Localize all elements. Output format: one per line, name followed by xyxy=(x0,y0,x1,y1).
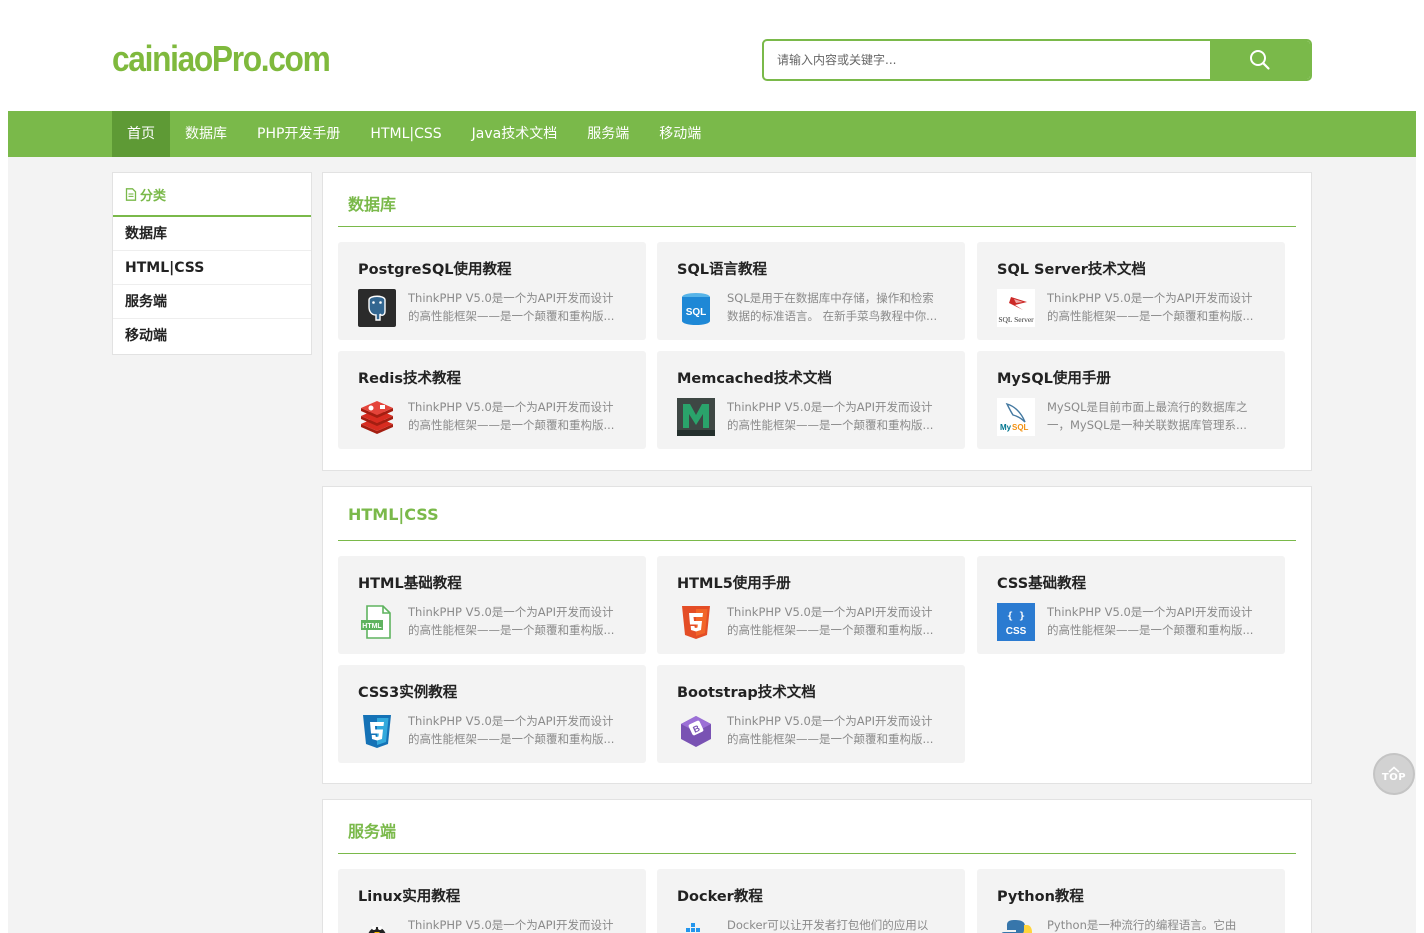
card-description: ThinkPHP V5.0是一个为API开发而设计 的高性能框架——是一个颠覆和… xyxy=(1047,291,1254,323)
mysql-icon: My SQL xyxy=(997,398,1035,436)
card-description: MySQL是目前市面上最流行的数据库之 一，MySQL是一种关联数据库管理系..… xyxy=(1047,400,1248,432)
css3-icon xyxy=(358,712,396,750)
docker-icon xyxy=(677,916,715,933)
main-nav: 首页 数据库 PHP开发手册 HTML|CSS Java技术文档 服务端 移动端 xyxy=(8,111,1416,157)
nav-item-database[interactable]: 数据库 xyxy=(170,111,242,157)
svg-text:SQL: SQL xyxy=(1012,423,1029,432)
svg-text:SQL: SQL xyxy=(686,307,707,318)
card-title: HTML基础教程 xyxy=(358,576,462,592)
sidebar-item-database[interactable]: 数据库 xyxy=(113,217,311,251)
back-to-top-label: TOP xyxy=(1381,771,1407,783)
card-description: ThinkPHP V5.0是一个为API开发而设计 的高性能框架——是一个颠覆和… xyxy=(1047,605,1254,637)
sidebar-item-html-css[interactable]: HTML|CSS xyxy=(113,251,311,285)
html-file-icon: HTML xyxy=(358,603,396,641)
nav-item-html-css[interactable]: HTML|CSS xyxy=(355,111,456,157)
card-description: ThinkPHP V5.0是一个为API开发而设计 的高性能框架——是一个颠覆和… xyxy=(408,605,615,637)
nav-item-java-docs[interactable]: Java技术文档 xyxy=(457,111,573,157)
section-divider xyxy=(338,226,1296,227)
sidebar-header: 分类 xyxy=(113,173,311,217)
course-card[interactable]: Python教程 Python是一种流行的编程语言。它由 xyxy=(977,869,1285,933)
course-card[interactable]: Linux实用教程 ThinkPHP V5.0是一个为API开发而设计 xyxy=(338,869,646,933)
postgresql-icon xyxy=(358,289,396,327)
site-logo[interactable]: cainiaoPro.com xyxy=(112,38,331,80)
html5-icon xyxy=(677,603,715,641)
card-description: Docker可以让开发者打包他们的应用以 xyxy=(727,918,929,932)
section-title: 服务端 xyxy=(348,822,397,841)
card-description: Python是一种流行的编程语言。它由 xyxy=(1047,918,1237,932)
card-title: SQL Server技术文档 xyxy=(997,262,1146,278)
svg-text:HTML: HTML xyxy=(362,623,382,630)
course-card[interactable]: CSS基础教程 { } CSS ThinkPHP V5.0是一个为API开发而设计… xyxy=(977,556,1285,654)
section-title: 数据库 xyxy=(348,195,397,214)
card-title: CSS基础教程 xyxy=(997,576,1087,592)
card-description: ThinkPHP V5.0是一个为API开发而设计 的高性能框架——是一个颠覆和… xyxy=(727,605,934,637)
nav-item-php-manual[interactable]: PHP开发手册 xyxy=(242,111,355,157)
svg-text:{ }: { } xyxy=(1007,611,1025,622)
card-title: CSS3实例教程 xyxy=(358,685,458,701)
course-card[interactable]: Memcached技术文档 ThinkPHP V5.0是一个为API开发而设计 … xyxy=(657,351,965,449)
category-sidebar: 分类 数据库 HTML|CSS 服务端 移动端 xyxy=(112,172,312,355)
card-title: Docker教程 xyxy=(677,889,763,905)
card-description: ThinkPHP V5.0是一个为API开发而设计 xyxy=(408,918,614,932)
python-icon xyxy=(997,916,1035,933)
section-divider xyxy=(338,853,1296,854)
section-server: 服务端 Linux实用教程 ThinkPHP V5.0是一个为API开发而设计 … xyxy=(322,799,1312,933)
memcached-icon xyxy=(677,398,715,436)
nav-item-server[interactable]: 服务端 xyxy=(572,111,644,157)
sidebar-item-server[interactable]: 服务端 xyxy=(113,285,311,319)
card-title: Linux实用教程 xyxy=(358,889,461,905)
nav-item-mobile[interactable]: 移动端 xyxy=(644,111,716,157)
card-title: Bootstrap技术文档 xyxy=(677,685,816,701)
course-card[interactable]: Redis技术教程 ThinkPHP V5.0是一个为API开发而设计 的高性能… xyxy=(338,351,646,449)
course-card[interactable]: MySQL使用手册 My SQL MySQL是目前市面上最流行的数据库之 一，My… xyxy=(977,351,1285,449)
course-card[interactable]: SQL Server技术文档 SQL Server ThinkPHP V5.0是… xyxy=(977,242,1285,340)
css-icon: { } CSS xyxy=(997,603,1035,641)
section-html-css: HTML|CSS HTML基础教程 HTML ThinkPHP V5.0是一个为… xyxy=(322,486,1312,784)
sidebar-item-mobile[interactable]: 移动端 xyxy=(113,319,311,353)
redis-icon xyxy=(358,398,396,436)
section-title: HTML|CSS xyxy=(348,505,439,524)
course-card[interactable]: SQL语言教程 SQL SQL是用于在数据库中存储，操作和检索 数据的标准语言。… xyxy=(657,242,965,340)
card-title: MySQL使用手册 xyxy=(997,371,1111,387)
sql-server-icon: SQL Server xyxy=(997,289,1035,327)
svg-text:My: My xyxy=(1000,423,1012,432)
linux-icon xyxy=(358,916,396,933)
search-button[interactable] xyxy=(1210,41,1310,79)
card-description: ThinkPHP V5.0是一个为API开发而设计 的高性能框架——是一个颠覆和… xyxy=(408,714,615,746)
card-title: Memcached技术文档 xyxy=(677,371,832,387)
svg-text:CSS: CSS xyxy=(1006,626,1027,637)
card-title: Redis技术教程 xyxy=(358,371,461,387)
card-description: SQL是用于在数据库中存储，操作和检索 数据的标准语言。 在新手菜鸟教程中你..… xyxy=(727,291,938,323)
search-icon xyxy=(1250,50,1270,70)
card-description: ThinkPHP V5.0是一个为API开发而设计 的高性能框架——是一个颠覆和… xyxy=(727,400,934,432)
search-input[interactable] xyxy=(764,41,1211,79)
bootstrap-icon: B xyxy=(677,712,715,750)
card-title: SQL语言教程 xyxy=(677,262,768,278)
section-divider xyxy=(338,540,1296,541)
document-icon xyxy=(125,187,137,201)
course-card[interactable]: HTML基础教程 HTML ThinkPHP V5.0是一个为API开发而设计 … xyxy=(338,556,646,654)
course-card[interactable]: CSS3实例教程 ThinkPHP V5.0是一个为API开发而设计 的高性能框… xyxy=(338,665,646,763)
card-description: ThinkPHP V5.0是一个为API开发而设计 的高性能框架——是一个颠覆和… xyxy=(408,400,615,432)
section-database: 数据库 PostgreSQL使用教程 ThinkPHP V5.0是一个为API开… xyxy=(322,172,1312,471)
course-card[interactable]: PostgreSQL使用教程 ThinkPHP V5.0是一个为API开发而设计… xyxy=(338,242,646,340)
sidebar-title: 分类 xyxy=(140,188,167,204)
search-box xyxy=(762,39,1312,81)
svg-text:SQL Server: SQL Server xyxy=(998,315,1034,324)
card-description: ThinkPHP V5.0是一个为API开发而设计 的高性能框架——是一个颠覆和… xyxy=(408,291,615,323)
course-card[interactable]: Docker教程 Docker可以让开发者打包他们的应用以 xyxy=(657,869,965,933)
sql-icon: SQL xyxy=(677,289,715,327)
card-description: ThinkPHP V5.0是一个为API开发而设计 的高性能框架——是一个颠覆和… xyxy=(727,714,934,746)
course-card[interactable]: HTML5使用手册 ThinkPHP V5.0是一个为API开发而设计 的高性能… xyxy=(657,556,965,654)
card-title: PostgreSQL使用教程 xyxy=(358,262,512,278)
back-to-top-button[interactable]: TOP xyxy=(1373,753,1415,795)
card-title: HTML5使用手册 xyxy=(677,576,791,592)
nav-item-home[interactable]: 首页 xyxy=(112,111,170,157)
course-card[interactable]: Bootstrap技术文档 B ThinkPHP V5.0是一个为API开发而设… xyxy=(657,665,965,763)
card-title: Python教程 xyxy=(997,889,1084,905)
